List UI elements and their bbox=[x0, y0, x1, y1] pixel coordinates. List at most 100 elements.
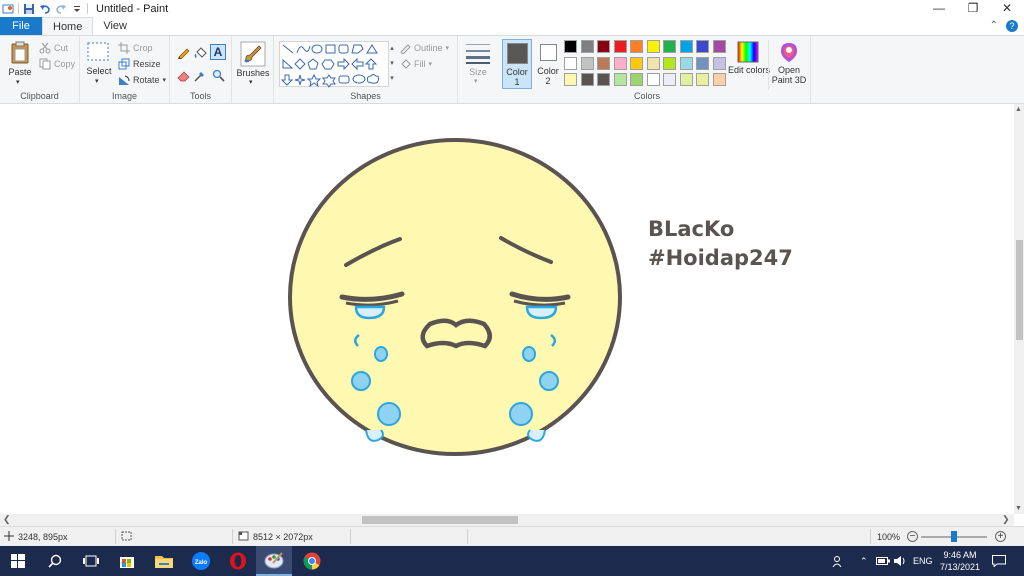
color-swatch[interactable] bbox=[564, 73, 577, 86]
color-swatch[interactable] bbox=[597, 40, 610, 53]
color1-button[interactable]: Color 1 bbox=[502, 39, 532, 89]
zoom-slider-thumb[interactable] bbox=[951, 531, 957, 542]
color-swatch[interactable] bbox=[712, 73, 726, 86]
paint-icon[interactable] bbox=[256, 546, 292, 576]
tab-file[interactable]: File bbox=[0, 17, 42, 35]
save-icon[interactable] bbox=[23, 3, 35, 15]
opera-icon[interactable] bbox=[221, 546, 255, 576]
edit-colors-icon bbox=[737, 41, 759, 63]
redo-icon[interactable] bbox=[55, 3, 67, 15]
rotate-button[interactable]: Rotate ▾ bbox=[118, 74, 166, 86]
color-swatch[interactable] bbox=[580, 56, 594, 70]
color-swatch[interactable] bbox=[597, 56, 610, 70]
color-swatch[interactable] bbox=[564, 56, 577, 70]
cut-button[interactable]: Cut bbox=[39, 42, 68, 54]
zalo-icon[interactable]: Zalo bbox=[184, 546, 218, 576]
color-swatch[interactable] bbox=[564, 40, 577, 53]
color-swatch[interactable] bbox=[663, 40, 676, 53]
edit-colors-button[interactable]: Edit colors bbox=[728, 40, 770, 90]
size-button[interactable]: Size ▾ bbox=[458, 36, 498, 103]
color-swatch[interactable] bbox=[613, 56, 627, 70]
close-button[interactable]: ✕ bbox=[990, 0, 1024, 17]
battery-icon[interactable] bbox=[876, 546, 890, 576]
eraser-icon[interactable] bbox=[177, 69, 190, 82]
scroll-left-icon[interactable]: ❮ bbox=[3, 514, 11, 525]
color-swatch[interactable] bbox=[679, 40, 693, 53]
outline-button[interactable]: Outline ▾ bbox=[399, 42, 449, 55]
maximize-button[interactable]: ❐ bbox=[956, 0, 990, 17]
store-icon[interactable] bbox=[110, 546, 144, 576]
brushes-label: Brushes bbox=[236, 68, 270, 78]
zoom-out-button[interactable]: − bbox=[907, 531, 919, 542]
scroll-right-icon[interactable]: ❯ bbox=[1002, 514, 1010, 525]
notifications-icon[interactable] bbox=[992, 546, 1006, 576]
color-swatch[interactable] bbox=[679, 56, 693, 70]
scroll-down-icon[interactable]: ▼ bbox=[1015, 505, 1022, 512]
undo-icon[interactable] bbox=[39, 3, 51, 15]
windows-start-icon[interactable] bbox=[0, 546, 36, 576]
pencil-icon[interactable] bbox=[177, 46, 190, 60]
resize-button[interactable]: Resize bbox=[118, 58, 161, 70]
color-swatch[interactable] bbox=[580, 40, 594, 53]
color-swatch[interactable] bbox=[696, 56, 709, 70]
zoom-slider[interactable] bbox=[921, 531, 987, 542]
color-swatch[interactable] bbox=[630, 56, 643, 70]
select-button[interactable]: Select ▾ bbox=[86, 41, 112, 85]
color-swatch[interactable] bbox=[663, 73, 676, 86]
color-swatch[interactable] bbox=[630, 40, 643, 53]
horizontal-scroll-thumb[interactable] bbox=[362, 516, 518, 524]
language-indicator[interactable]: ENG bbox=[913, 546, 933, 576]
color-swatch[interactable] bbox=[696, 40, 709, 53]
color-swatch[interactable] bbox=[613, 40, 627, 53]
color-swatch[interactable] bbox=[696, 73, 709, 86]
vertical-scroll-thumb[interactable] bbox=[1016, 240, 1023, 340]
brushes-group[interactable]: Brushes ▾ bbox=[232, 36, 274, 103]
color-swatch[interactable] bbox=[663, 56, 676, 70]
chrome-icon[interactable] bbox=[295, 546, 329, 576]
minimize-button[interactable]: — bbox=[922, 0, 956, 17]
text-icon[interactable]: A bbox=[210, 44, 226, 60]
clipboard-group-label: Clipboard bbox=[20, 91, 59, 101]
color-swatch[interactable] bbox=[646, 73, 660, 86]
volume-icon[interactable] bbox=[893, 546, 906, 576]
show-hidden-icons[interactable]: ⌃ bbox=[860, 546, 868, 576]
magnifier-icon[interactable] bbox=[212, 69, 225, 82]
fill-icon[interactable] bbox=[194, 46, 207, 58]
paint-app-icon[interactable] bbox=[2, 3, 14, 15]
color2-button[interactable]: Color 2 bbox=[534, 39, 564, 89]
drawing-canvas[interactable]: BLacKo #Hoidap247 bbox=[0, 104, 1014, 514]
help-icon[interactable]: ? bbox=[1006, 20, 1018, 32]
task-view-icon[interactable] bbox=[74, 546, 108, 576]
color-swatch[interactable] bbox=[580, 73, 594, 86]
color-swatch[interactable] bbox=[712, 40, 726, 53]
zoom-in-button[interactable]: + bbox=[995, 531, 1006, 542]
collapse-ribbon-icon[interactable]: ⌃ bbox=[990, 17, 998, 35]
color2-label: Color bbox=[537, 66, 559, 76]
copy-button[interactable]: Copy bbox=[39, 58, 75, 70]
scroll-up-icon[interactable]: ▲ bbox=[1015, 106, 1022, 113]
fill-button[interactable]: Fill ▾ bbox=[399, 58, 432, 70]
color-swatch[interactable] bbox=[679, 73, 693, 86]
color-swatch[interactable] bbox=[630, 73, 643, 86]
shapes-gallery[interactable] bbox=[279, 41, 389, 88]
color-swatch[interactable] bbox=[712, 56, 726, 70]
vertical-scrollbar[interactable]: ▲ ▼ bbox=[1014, 104, 1024, 514]
file-explorer-icon[interactable] bbox=[147, 546, 181, 576]
color-swatch[interactable] bbox=[613, 73, 627, 86]
crop-button[interactable]: Crop bbox=[118, 42, 153, 54]
customize-icon[interactable] bbox=[71, 3, 83, 15]
color-swatch[interactable] bbox=[597, 73, 610, 86]
horizontal-scrollbar[interactable]: ❮ ❯ bbox=[0, 514, 1014, 526]
tab-view[interactable]: View bbox=[93, 17, 137, 35]
search-icon[interactable] bbox=[38, 546, 72, 576]
tab-home[interactable]: Home bbox=[42, 17, 94, 35]
color-swatch[interactable] bbox=[646, 56, 660, 70]
paste-button[interactable]: Paste ▾ bbox=[8, 41, 32, 86]
canvas-text-line2: #Hoidap247 bbox=[648, 246, 793, 270]
color-swatch[interactable] bbox=[646, 40, 660, 53]
clock[interactable]: 9:46 AM 7/13/2021 bbox=[940, 549, 980, 573]
open-paint3d-button[interactable]: Open Paint 3D bbox=[768, 40, 808, 90]
shapes-scroll[interactable]: ▴ ▾ ▾ bbox=[388, 41, 396, 87]
color-picker-icon[interactable] bbox=[194, 69, 206, 82]
people-icon[interactable] bbox=[832, 546, 844, 576]
